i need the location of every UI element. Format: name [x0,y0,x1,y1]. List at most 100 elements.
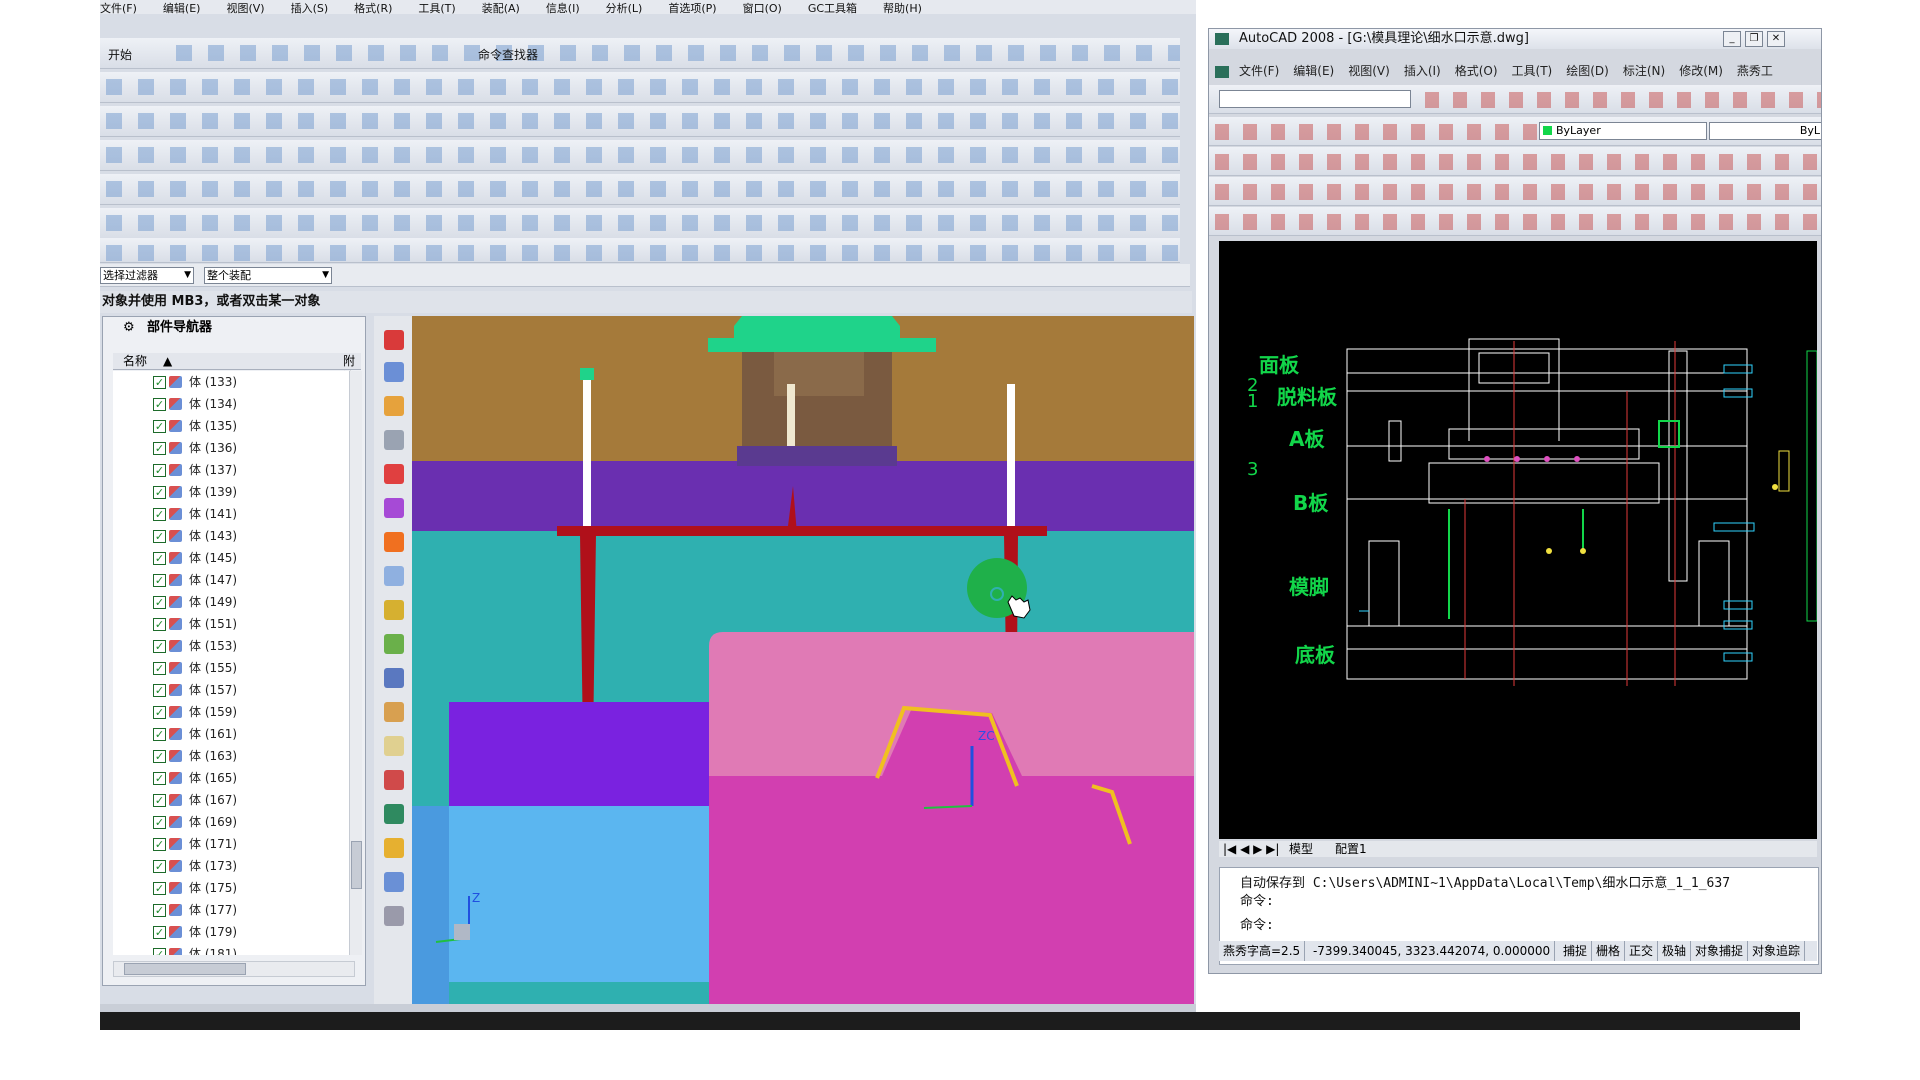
visibility-checkbox[interactable]: ✓ [153,398,166,411]
visibility-checkbox[interactable]: ✓ [153,948,166,955]
start-button[interactable]: 开始 [108,46,132,63]
visibility-checkbox[interactable]: ✓ [153,530,166,543]
nx-menu-item[interactable]: 窗口(O) [743,0,782,14]
part-navigator[interactable]: ⚙ 部件导航器 名称 ▲ 附注 ✓ 体 (133) ✓ 体 (134) ✓ 体 (135)… [102,316,366,986]
navigator-row[interactable]: ✓ 体 (175) [113,877,361,899]
acad-menu-item[interactable]: 插入(I) [1404,61,1441,81]
status-toggle[interactable]: 极轴 [1658,941,1692,961]
visibility-checkbox[interactable]: ✓ [153,376,166,389]
autocad-toolbar-4[interactable] [1209,177,1821,206]
navigator-row[interactable]: ✓ 体 (181) [113,943,361,955]
nx-menu-item[interactable]: GC工具箱 [808,0,857,14]
visibility-checkbox[interactable]: ✓ [153,618,166,631]
visibility-checkbox[interactable]: ✓ [153,904,166,917]
nx-toolbar-4[interactable] [100,140,1180,171]
visibility-checkbox[interactable]: ✓ [153,882,166,895]
navigator-row[interactable]: ✓ 体 (179) [113,921,361,943]
assembly-scope-combo[interactable]: 整个装配 [204,267,332,284]
acad-menu-item[interactable]: 编辑(E) [1293,61,1334,81]
acad-menu-item[interactable]: 标注(N) [1623,61,1665,81]
acad-menu-item[interactable]: 工具(T) [1512,61,1553,81]
visibility-checkbox[interactable]: ✓ [153,552,166,565]
navigator-row[interactable]: ✓ 体 (177) [113,899,361,921]
graphics-viewport[interactable]: ZC Z [412,316,1194,1004]
visibility-checkbox[interactable]: ✓ [153,926,166,939]
navigator-row[interactable]: ✓ 体 (137) [113,459,361,481]
visibility-checkbox[interactable]: ✓ [153,662,166,675]
acad-menu-item[interactable]: 视图(V) [1348,61,1390,81]
navigator-row[interactable]: ✓ 体 (163) [113,745,361,767]
navigator-header[interactable]: 名称 ▲ 附注 [113,353,361,384]
linetype-combo[interactable]: ByL [1709,122,1821,140]
minimize-button[interactable]: _ [1723,31,1741,47]
navigator-list[interactable]: ✓ 体 (133) ✓ 体 (134) ✓ 体 (135) ✓ 体 (136) ✓ 体 (137)… [113,371,361,955]
acad-menu-item[interactable]: 修改(M) [1679,61,1723,81]
navigator-row[interactable]: ✓ 体 (141) [113,503,361,525]
visibility-checkbox[interactable]: ✓ [153,706,166,719]
navigator-row[interactable]: ✓ 体 (134) [113,393,361,415]
resource-box-icon[interactable] [384,736,404,756]
visibility-checkbox[interactable]: ✓ [153,816,166,829]
resource-history-icon[interactable] [384,430,404,450]
visibility-checkbox[interactable]: ✓ [153,860,166,873]
tab-scroll-icons[interactable]: |◀ ◀ ▶ ▶| [1223,841,1279,857]
cmd-line-3[interactable]: 命令: [1240,914,1274,933]
autocad-statusbar[interactable]: 燕秀字高=2.5 -7399.340045, 3323.442074, 0.00… [1219,941,1817,961]
navigator-gear-icon[interactable]: ⚙ [123,317,135,339]
autocad-drawing-area[interactable]: 面板 2 1 脱料板 A板 3 B板 模脚 底板 [1219,241,1817,839]
nx-menu-item[interactable]: 帮助(H) [883,0,922,14]
navigator-row[interactable]: ✓ 体 (161) [113,723,361,745]
navigator-row[interactable]: ✓ 体 (136) [113,437,361,459]
resource-assembly-icon[interactable] [384,362,404,382]
nx-menu-item[interactable]: 信息(I) [546,0,580,14]
nx-menu-item[interactable]: 装配(A) [482,0,520,14]
nx-toolbar-6[interactable] [100,208,1180,239]
selection-filter-combo[interactable]: 选择过滤器 [100,267,194,284]
resource-layer-icon[interactable] [384,600,404,620]
nx-toolbar-standard[interactable]: 开始 命令查找器 [100,38,1180,69]
navigator-row[interactable]: ✓ 体 (159) [113,701,361,723]
navigator-vscroll[interactable] [349,371,362,955]
navigator-row[interactable]: ✓ 体 (165) [113,767,361,789]
navigator-row[interactable]: ✓ 体 (151) [113,613,361,635]
visibility-checkbox[interactable]: ✓ [153,640,166,653]
layout-tab[interactable]: 模型 [1289,841,1313,857]
nx-toolbar-3[interactable] [100,106,1180,137]
resource-more-icon[interactable] [384,906,404,926]
navigator-row[interactable]: ✓ 体 (171) [113,833,361,855]
nx-toolbar-5[interactable] [100,174,1180,205]
visibility-checkbox[interactable]: ✓ [153,486,166,499]
resource-tool-icon[interactable] [384,702,404,722]
nx-menu-item[interactable]: 视图(V) [226,0,264,14]
navigator-row[interactable]: ✓ 体 (149) [113,591,361,613]
navigator-row[interactable]: ✓ 体 (153) [113,635,361,657]
navigator-hscroll[interactable] [113,961,355,977]
status-toggle[interactable]: 正交 [1625,941,1659,961]
visibility-checkbox[interactable]: ✓ [153,464,166,477]
acad-menu-item[interactable]: 燕秀工 [1737,61,1773,81]
layer-combo[interactable]: ByLayer [1539,122,1707,140]
nx-menu-item[interactable]: 文件(F) [100,0,137,14]
navigator-row[interactable]: ✓ 体 (147) [113,569,361,591]
autocad-toolbar-3[interactable] [1209,147,1821,176]
resource-check-icon[interactable] [384,634,404,654]
nx-toolbar-2[interactable] [100,72,1180,103]
visibility-checkbox[interactable]: ✓ [153,838,166,851]
resource-mold-icon[interactable] [384,498,404,518]
nx-menu-item[interactable]: 编辑(E) [163,0,201,14]
resource-bar[interactable] [374,316,413,1004]
autocad-toolbar-layers[interactable]: ByLayer ByL [1209,117,1821,146]
visibility-checkbox[interactable]: ✓ [153,508,166,521]
autocad-titlebar[interactable]: AutoCAD 2008 - [G:\模具理论\细水口示意.dwg] _ ❐ ✕ [1209,29,1821,49]
resource-system-icon[interactable] [384,804,404,824]
layout-tab[interactable]: 配置1 [1335,841,1367,857]
autocad-toolbar-standard[interactable] [1209,85,1821,114]
status-toggle[interactable]: 栅格 [1592,941,1625,961]
status-toggle[interactable]: 对象追踪 [1748,941,1806,961]
navigator-row[interactable]: ✓ 体 (157) [113,679,361,701]
visibility-checkbox[interactable]: ✓ [153,794,166,807]
autocad-menubar[interactable]: 文件(F) 编辑(E) 视图(V) 插入(I) 格式(O) 工具(T) 绘图(D) 标注(N)… [1209,61,1821,81]
autocad-toolbar-5[interactable] [1209,207,1821,236]
nx-menu-item[interactable]: 工具(T) [418,0,455,14]
navigator-row[interactable]: ✓ 体 (167) [113,789,361,811]
